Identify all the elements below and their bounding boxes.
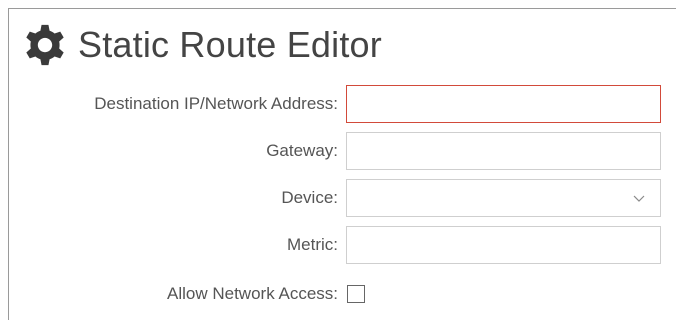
page-title: Static Route Editor (78, 24, 382, 65)
editor-header: Static Route Editor (22, 18, 382, 72)
metric-row: Metric: (0, 226, 676, 264)
metric-label: Metric: (287, 235, 338, 254)
destination-row: Destination IP/Network Address: (0, 85, 676, 123)
destination-input[interactable] (346, 85, 661, 123)
device-row: Device: (0, 179, 676, 217)
device-select[interactable] (346, 179, 661, 217)
allow-network-access-row: Allow Network Access: (0, 275, 676, 313)
gear-icon (22, 22, 68, 68)
device-label: Device: (281, 188, 338, 207)
gateway-input[interactable] (346, 132, 661, 170)
chevron-down-icon (633, 195, 645, 202)
gateway-row: Gateway: (0, 132, 676, 170)
allow-network-access-checkbox[interactable] (347, 285, 365, 303)
destination-label: Destination IP/Network Address: (94, 94, 338, 113)
allow-network-access-label: Allow Network Access: (167, 284, 338, 303)
gateway-label: Gateway: (266, 141, 338, 160)
metric-input[interactable] (346, 226, 661, 264)
